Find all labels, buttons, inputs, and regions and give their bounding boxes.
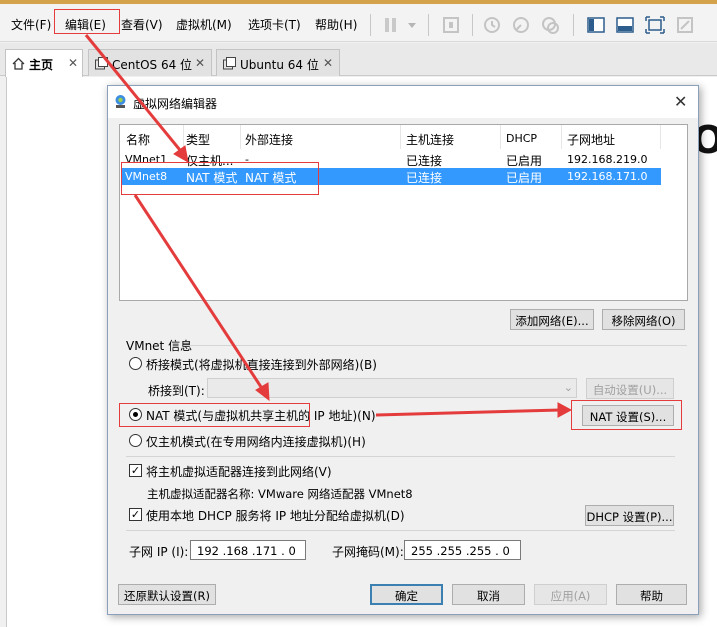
- section-divider: [126, 530, 675, 531]
- table-cell: 192.168.219.0: [567, 153, 648, 166]
- toolbar-separator: [370, 14, 371, 36]
- menu-vm[interactable]: 虚拟机(M): [176, 16, 232, 33]
- group-divider: [184, 345, 687, 346]
- table-cell: 192.168.171.0: [567, 170, 648, 183]
- subnet-mask-input[interactable]: 255 .255 .255 . 0: [404, 540, 521, 560]
- subnet-ip-input[interactable]: 192 .168 .171 . 0: [190, 540, 306, 560]
- quick-switch-icon[interactable]: [614, 14, 636, 36]
- use-dhcp-label[interactable]: 使用本地 DHCP 服务将 IP 地址分配给虚拟机(D): [146, 507, 405, 524]
- tab-bar: 主页 ✕ CentOS 64 位 ✕ Ubuntu 64 位 ✕: [0, 43, 717, 77]
- network-table: 名称 类型 外部连接 主机连接 DHCP 子网地址 VMnet1 仅主机... …: [119, 124, 688, 301]
- column-divider: [183, 125, 184, 149]
- section-divider: [126, 456, 675, 457]
- column-divider: [561, 125, 562, 149]
- column-header-dhcp[interactable]: DHCP: [506, 132, 537, 145]
- chevron-down-icon: ⌄: [563, 381, 573, 394]
- vm-icon: [95, 57, 108, 70]
- host-only-mode-radio[interactable]: [129, 434, 142, 447]
- tab-ubuntu[interactable]: Ubuntu 64 位 ✕: [216, 49, 340, 76]
- tab-centos[interactable]: CentOS 64 位 ✕: [88, 49, 212, 76]
- restore-defaults-button[interactable]: 还原默认设置(R): [118, 584, 216, 605]
- add-network-button[interactable]: 添加网络(E)...: [510, 309, 594, 330]
- column-header-external[interactable]: 外部连接: [245, 131, 293, 148]
- column-divider: [240, 125, 241, 149]
- cancel-button[interactable]: 取消: [452, 584, 525, 605]
- apply-button[interactable]: 应用(A): [534, 584, 607, 605]
- tab-label: 主页: [29, 58, 54, 72]
- table-cell: 已启用: [506, 154, 543, 168]
- annotation-box-edit-menu: [54, 9, 120, 34]
- use-dhcp-checkbox[interactable]: ✓: [129, 508, 142, 521]
- bridge-to-label: 桥接到(T):: [148, 384, 205, 398]
- column-header-name[interactable]: 名称: [126, 131, 150, 148]
- column-header-subnet[interactable]: 子网地址: [567, 131, 615, 148]
- tab-label: Ubuntu 64 位: [240, 58, 319, 72]
- annotation-box-vmnet8: [121, 162, 319, 195]
- network-editor-icon: [113, 94, 128, 112]
- dialog-title: 虚拟网络编辑器: [133, 97, 218, 111]
- host-only-mode-label[interactable]: 仅主机模式(在专用网络内连接虚拟机)(H): [146, 433, 366, 450]
- column-divider: [400, 125, 401, 149]
- toolbar-separator: [573, 14, 574, 36]
- column-divider: [660, 125, 661, 149]
- close-icon[interactable]: ✕: [68, 56, 78, 70]
- home-icon: [12, 57, 25, 70]
- help-button[interactable]: 帮助: [616, 584, 687, 605]
- snapshot-icon[interactable]: [481, 14, 503, 36]
- network-icon[interactable]: [440, 14, 462, 36]
- menu-file[interactable]: 文件(F): [11, 16, 51, 33]
- annotation-box-nat-mode: [119, 403, 310, 427]
- dialog-titlebar: 虚拟网络编辑器 ✕: [108, 86, 698, 118]
- column-header-host[interactable]: 主机连接: [406, 131, 454, 148]
- auto-settings-button[interactable]: 自动设置(U)...: [586, 378, 674, 399]
- table-cell: 已启用: [506, 171, 543, 185]
- connect-adapter-checkbox[interactable]: ✓: [129, 464, 142, 477]
- menu-view[interactable]: 查看(V): [121, 16, 163, 33]
- column-divider: [500, 125, 501, 149]
- toolbar-separator: [428, 14, 429, 36]
- bridged-mode-label[interactable]: 桥接模式(将虚拟机直接连接到外部网络)(B): [146, 356, 377, 373]
- unity-icon[interactable]: [674, 14, 696, 36]
- table-cell: 已连接: [406, 171, 443, 185]
- snapshot-manager-icon[interactable]: [539, 14, 561, 36]
- tab-label: CentOS 64 位: [112, 58, 193, 72]
- column-header-type[interactable]: 类型: [186, 131, 210, 148]
- dropdown-icon[interactable]: [401, 14, 423, 36]
- menu-tabs[interactable]: 选项卡(T): [248, 16, 301, 33]
- close-icon[interactable]: ✕: [323, 56, 333, 70]
- menu-help[interactable]: 帮助(H): [315, 16, 357, 33]
- dhcp-settings-button[interactable]: DHCP 设置(P)...: [585, 505, 674, 526]
- tab-home[interactable]: 主页 ✕: [5, 49, 83, 77]
- subnet-mask-label: 子网掩码(M):: [332, 545, 404, 559]
- bridge-to-select[interactable]: ⌄: [207, 378, 577, 398]
- console-view-icon[interactable]: [585, 14, 607, 36]
- remove-network-button[interactable]: 移除网络(O): [602, 309, 685, 330]
- pause-icon[interactable]: [380, 14, 402, 36]
- close-icon[interactable]: ✕: [674, 92, 687, 111]
- subnet-ip-label: 子网 IP (I):: [129, 545, 189, 559]
- adapter-name-text: 主机虚拟适配器名称: VMware 网络适配器 VMnet8: [147, 487, 413, 501]
- fullscreen-icon[interactable]: [644, 14, 666, 36]
- table-cell: 已连接: [406, 154, 443, 168]
- ok-button[interactable]: 确定: [370, 584, 443, 605]
- connect-adapter-label[interactable]: 将主机虚拟适配器连接到此网络(V): [146, 463, 332, 480]
- annotation-box-nat-settings: [571, 400, 682, 430]
- close-icon[interactable]: ✕: [195, 56, 205, 70]
- bridged-mode-radio[interactable]: [129, 357, 142, 370]
- toolbar-separator: [472, 14, 473, 36]
- vm-icon: [223, 57, 236, 70]
- vmnet-info-label: VMnet 信息: [126, 339, 193, 353]
- snapshot-revert-icon[interactable]: [510, 14, 532, 36]
